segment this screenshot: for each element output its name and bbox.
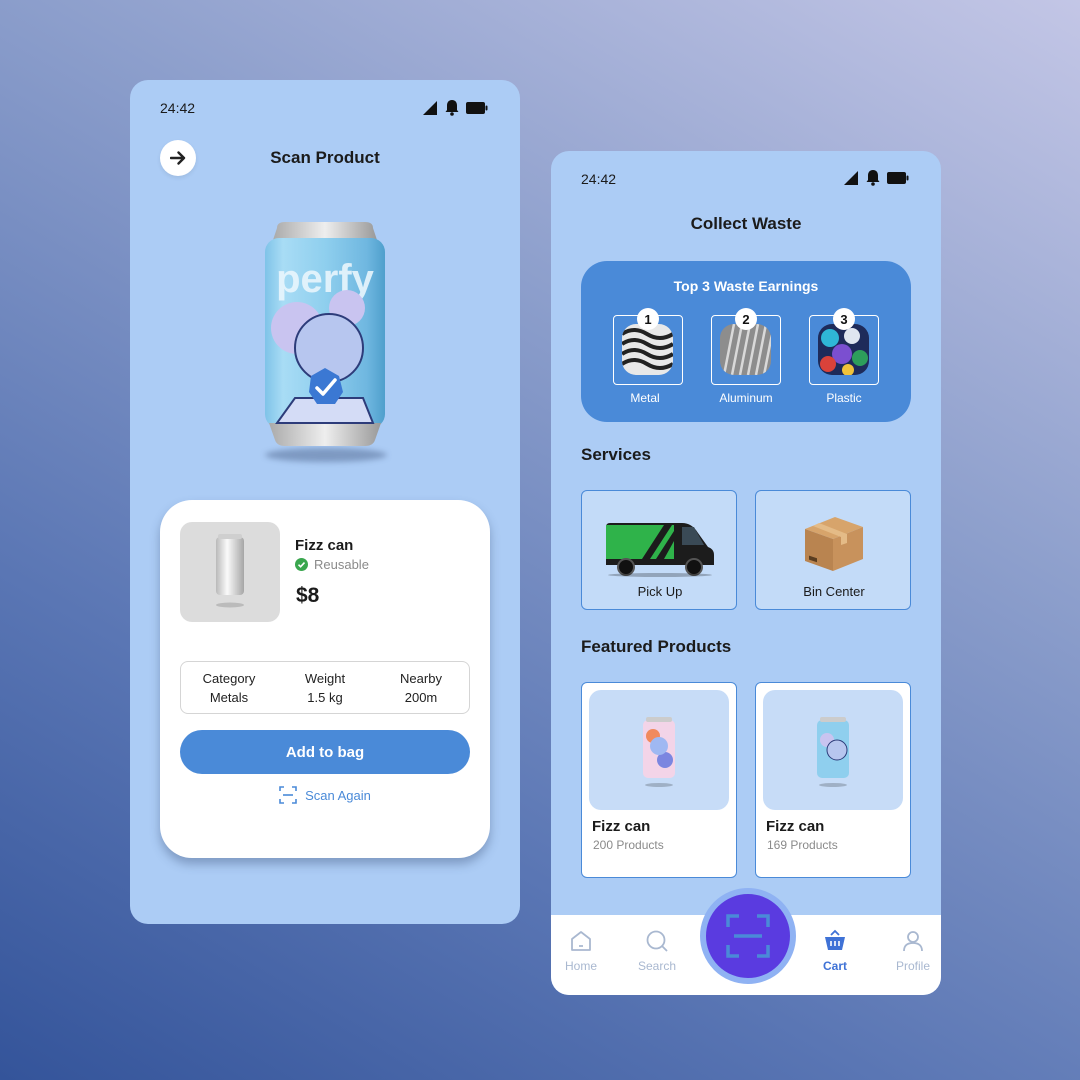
status-icons — [843, 169, 909, 186]
product-image — [589, 690, 729, 810]
reusable-status: Reusable — [295, 557, 369, 572]
scan-fab-button[interactable] — [700, 888, 796, 984]
battery-icon — [466, 101, 488, 114]
earnings-title: Top 3 Waste Earnings — [673, 278, 819, 294]
home-icon — [571, 931, 591, 951]
earning-item-aluminum[interactable]: 2 — [711, 308, 781, 385]
nav-search[interactable]: Search — [627, 929, 687, 973]
svg-text:perfy: perfy — [276, 257, 375, 301]
spec-label: Nearby — [400, 670, 442, 686]
spec-value: 200m — [404, 689, 438, 705]
nav-home[interactable]: Home — [551, 929, 611, 973]
nav-label: Search — [637, 959, 677, 973]
product-name: Fizz can — [295, 537, 354, 554]
scanned-can-image: perfy — [255, 218, 395, 468]
services-title: Services — [581, 445, 651, 464]
reusable-label: Reusable — [314, 557, 369, 572]
status-time: 24:42 — [160, 100, 196, 116]
nav-cart[interactable]: Cart — [805, 929, 865, 973]
product-price: $8 — [296, 584, 320, 607]
rank-badge: 3 — [833, 308, 855, 330]
spec-value: Metals — [209, 689, 249, 705]
featured-name: Fizz can — [592, 818, 651, 835]
plastic-image — [818, 324, 869, 375]
aluminum-image — [720, 324, 771, 375]
spec-value: 1.5 kg — [307, 689, 343, 705]
cart-icon — [825, 929, 845, 950]
status-icons — [422, 99, 488, 116]
metal-image — [622, 324, 673, 375]
bell-icon — [445, 100, 459, 116]
featured-count: 200 Products — [593, 838, 664, 852]
service-label: Pick Up — [637, 584, 683, 599]
product-thumbnail — [180, 522, 280, 622]
earning-item-metal[interactable]: 1 — [613, 308, 683, 385]
product-specs: Category Metals Weight 1.5 kg Nearby 200… — [180, 661, 470, 714]
collect-waste-screen: 24:42 Collect Waste Top 3 Waste Earnings… — [551, 151, 941, 995]
bell-icon — [866, 170, 880, 186]
scan-icon — [279, 786, 297, 804]
featured-product-card[interactable]: Fizz can 200 Products — [581, 682, 737, 878]
service-pick-up[interactable]: Pick Up — [581, 490, 737, 610]
page-title: Collect Waste — [690, 214, 802, 233]
earning-label: Aluminum — [719, 391, 773, 405]
scan-again-link[interactable]: Scan Again — [160, 786, 490, 804]
featured-count: 169 Products — [767, 838, 838, 852]
scan-again-label: Scan Again — [305, 787, 371, 803]
top-earnings-card: Top 3 Waste Earnings 1 2 3 Metal Aluminu… — [581, 261, 911, 422]
rank-badge: 2 — [735, 308, 757, 330]
signal-icon — [844, 170, 858, 185]
scan-icon — [726, 914, 770, 958]
spec-label: Category — [202, 670, 256, 686]
nav-label: Profile — [895, 959, 930, 973]
featured-products-title: Featured Products — [581, 637, 732, 656]
spec-nearby: Nearby 200m — [376, 669, 466, 707]
battery-icon — [887, 171, 909, 184]
search-icon — [646, 930, 668, 952]
spec-category: Category Metals — [184, 669, 274, 707]
nav-label: Home — [564, 959, 597, 973]
spec-weight: Weight 1.5 kg — [280, 669, 370, 707]
check-circle-icon — [295, 558, 308, 571]
earning-label: Plastic — [826, 391, 862, 405]
add-to-bag-button[interactable]: Add to bag — [180, 730, 470, 774]
product-image — [763, 690, 903, 810]
signal-icon — [423, 100, 437, 115]
scan-product-screen: 24:42 Scan Product perfy Fizz can Reusab… — [130, 80, 520, 924]
featured-product-card[interactable]: Fizz can 169 Products — [755, 682, 911, 878]
product-card: Fizz can Reusable $8 Category Metals Wei… — [160, 500, 490, 858]
nav-label: Cart — [822, 959, 847, 973]
rank-badge: 1 — [637, 308, 659, 330]
box-icon — [805, 517, 863, 571]
service-bin-center[interactable]: Bin Center — [755, 490, 911, 610]
profile-icon — [903, 931, 923, 952]
page-title: Scan Product — [270, 148, 380, 167]
van-icon — [606, 523, 714, 577]
spec-label: Weight — [304, 670, 346, 686]
featured-name: Fizz can — [766, 818, 825, 835]
status-time: 24:42 — [581, 171, 617, 187]
nav-profile[interactable]: Profile — [883, 929, 941, 973]
earning-item-plastic[interactable]: 3 — [809, 308, 879, 385]
earning-label: Metal — [630, 391, 660, 405]
service-label: Bin Center — [803, 584, 865, 599]
